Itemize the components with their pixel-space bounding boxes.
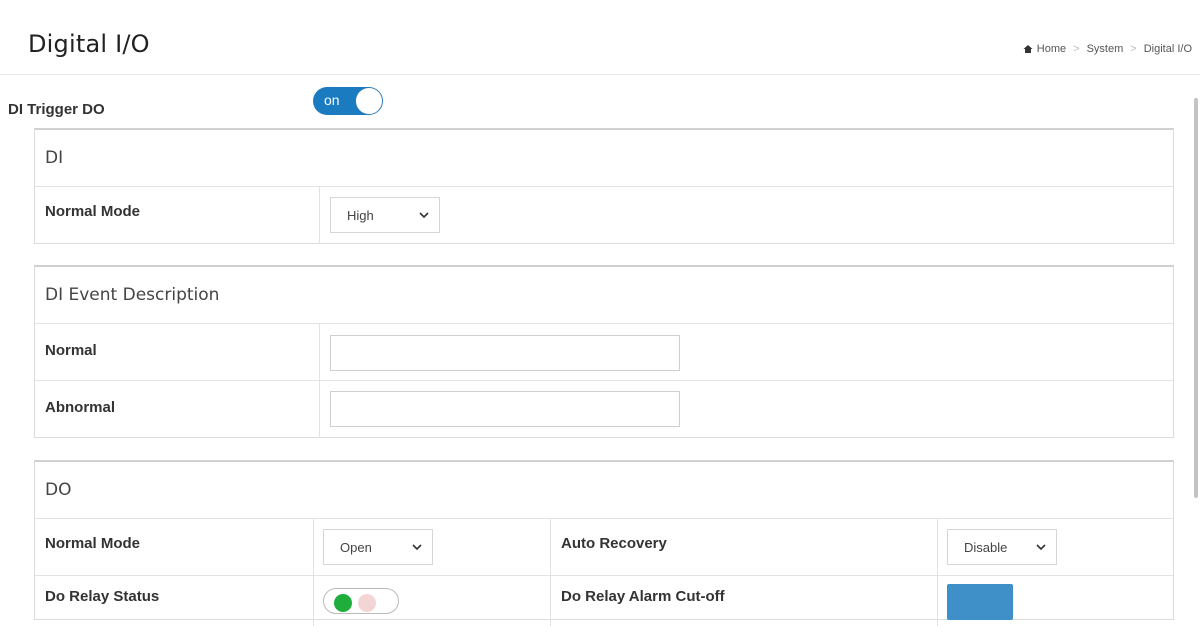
scrollbar-thumb[interactable] [1194, 98, 1198, 498]
divider [937, 576, 938, 626]
do-normal-mode-label: Normal Mode [45, 535, 141, 552]
page-header: Digital I/O Home > System > Digital I/O [0, 0, 1200, 75]
di-normal-mode-value: High [347, 207, 374, 223]
do-relay-row: Do Relay Status Do Relay Alarm Cut-off [35, 576, 1173, 626]
toggle-knob [356, 88, 382, 114]
chevron-down-icon [412, 544, 422, 551]
auto-recovery-label: Auto Recovery [561, 535, 667, 552]
di-event-abnormal-input[interactable] [330, 391, 680, 427]
breadcrumb-separator: > [1130, 43, 1137, 55]
divider [313, 576, 314, 626]
breadcrumb-separator: > [1073, 43, 1080, 55]
do-normal-mode-value: Open [340, 539, 372, 555]
do-panel: DO Normal Mode Open Auto Recovery Disabl… [34, 460, 1174, 626]
vertical-scrollbar[interactable] [1192, 88, 1200, 586]
di-panel: DI Normal Mode High [34, 128, 1174, 244]
do-relay-alarm-cutoff-label: Do Relay Alarm Cut-off [561, 588, 725, 605]
status-off-indicator [358, 594, 376, 612]
do-relay-status-toggle[interactable] [323, 588, 399, 614]
di-trigger-do-row: DI Trigger DO on [8, 87, 1188, 125]
chevron-down-icon [419, 212, 429, 219]
di-event-panel-title: DI Event Description [35, 267, 1173, 324]
breadcrumb: Home > System > Digital I/O [1023, 43, 1192, 55]
chevron-down-icon [1036, 544, 1046, 551]
auto-recovery-value: Disable [964, 539, 1008, 555]
breadcrumb-system[interactable]: System [1087, 43, 1124, 55]
di-event-abnormal-label: Abnormal [45, 399, 116, 416]
do-normal-mode-row: Normal Mode Open Auto Recovery Disable [35, 519, 1173, 576]
di-normal-mode-row: Normal Mode High [35, 187, 1173, 244]
di-event-normal-label: Normal [45, 342, 97, 359]
di-normal-mode-label: Normal Mode [45, 203, 141, 220]
divider [319, 187, 320, 244]
do-relay-status-label: Do Relay Status [45, 588, 160, 605]
divider [937, 519, 938, 575]
di-normal-mode-select[interactable]: High [330, 197, 440, 233]
page-title: Digital I/O [28, 30, 150, 58]
do-relay-alarm-cutoff-button[interactable] [947, 584, 1013, 620]
divider [313, 519, 314, 575]
breadcrumb-home[interactable]: Home [1037, 43, 1066, 55]
do-normal-mode-select[interactable]: Open [323, 529, 433, 565]
di-event-normal-row: Normal [35, 324, 1173, 381]
toggle-state-text: on [324, 92, 340, 108]
divider [319, 324, 320, 380]
status-on-indicator [334, 594, 352, 612]
auto-recovery-select[interactable]: Disable [947, 529, 1057, 565]
home-icon [1023, 45, 1033, 53]
breadcrumb-current: Digital I/O [1143, 43, 1192, 55]
di-panel-title: DI [35, 130, 1173, 187]
di-event-abnormal-row: Abnormal [35, 381, 1173, 438]
di-event-panel: DI Event Description Normal Abnormal [34, 265, 1174, 438]
di-event-normal-input[interactable] [330, 335, 680, 371]
divider [319, 381, 320, 438]
di-trigger-do-label: DI Trigger DO [8, 101, 105, 118]
do-panel-title: DO [35, 462, 1173, 519]
divider [550, 576, 551, 626]
di-trigger-do-toggle[interactable]: on [313, 87, 383, 115]
divider [550, 519, 551, 575]
